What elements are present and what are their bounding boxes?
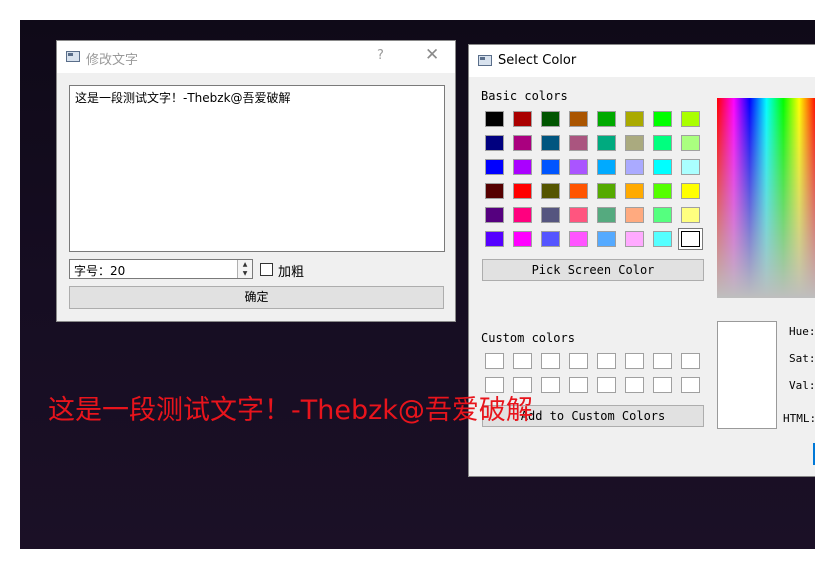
basic-color-swatch[interactable] bbox=[485, 111, 504, 127]
basic-color-swatch[interactable] bbox=[569, 183, 588, 199]
basic-color-swatch[interactable] bbox=[541, 159, 560, 175]
basic-color-swatch[interactable] bbox=[597, 159, 616, 175]
basic-color-swatch[interactable] bbox=[541, 207, 560, 223]
edit-dialog-title: 修改文字 bbox=[86, 53, 139, 68]
basic-color-swatch[interactable] bbox=[541, 135, 560, 151]
basic-color-swatch[interactable] bbox=[681, 207, 700, 223]
hue-label: Hue: bbox=[789, 325, 815, 338]
basic-color-swatch[interactable] bbox=[541, 111, 560, 127]
custom-color-swatch[interactable] bbox=[513, 353, 532, 369]
custom-color-swatch[interactable] bbox=[681, 353, 700, 369]
window-icon bbox=[66, 51, 80, 62]
text-editor[interactable]: 这是一段测试文字！-Thebzk@吾爱破解 bbox=[69, 85, 445, 252]
basic-color-swatch[interactable] bbox=[653, 135, 672, 151]
bold-label: 加粗 bbox=[278, 265, 305, 280]
basic-color-swatch[interactable] bbox=[597, 111, 616, 127]
basic-color-swatch[interactable] bbox=[513, 159, 532, 175]
custom-color-swatch[interactable] bbox=[597, 377, 616, 393]
basic-color-swatch[interactable] bbox=[653, 183, 672, 199]
custom-color-swatch[interactable] bbox=[653, 377, 672, 393]
html-label: HTML: bbox=[783, 412, 815, 425]
color-dialog-titlebar[interactable]: Select Color bbox=[469, 45, 815, 77]
basic-color-swatch[interactable] bbox=[485, 159, 504, 175]
custom-color-swatch[interactable] bbox=[485, 353, 504, 369]
spectrum-fade bbox=[717, 98, 815, 298]
basic-color-swatch[interactable] bbox=[485, 135, 504, 151]
basic-color-swatch[interactable] bbox=[653, 231, 672, 247]
ok-button[interactable]: 确定 bbox=[69, 286, 444, 309]
pick-screen-color-button[interactable]: Pick Screen Color bbox=[482, 259, 704, 281]
custom-color-swatch[interactable] bbox=[541, 353, 560, 369]
spin-down-icon[interactable]: ▼ bbox=[238, 269, 252, 278]
basic-color-swatch[interactable] bbox=[625, 207, 644, 223]
close-button[interactable]: ✕ bbox=[425, 45, 439, 65]
basic-color-swatch[interactable] bbox=[485, 231, 504, 247]
val-label: Val: bbox=[789, 379, 815, 392]
ok-button-edge[interactable] bbox=[813, 443, 815, 465]
basic-color-swatch[interactable] bbox=[541, 231, 560, 247]
edit-text-dialog: 修改文字 ? ✕ 这是一段测试文字！-Thebzk@吾爱破解 字号：20 ▲ ▼… bbox=[56, 40, 456, 322]
basic-color-swatch[interactable] bbox=[625, 159, 644, 175]
custom-color-swatch[interactable] bbox=[541, 377, 560, 393]
basic-color-swatch[interactable] bbox=[513, 183, 532, 199]
sat-label: Sat: bbox=[789, 352, 815, 365]
basic-color-swatch[interactable] bbox=[597, 231, 616, 247]
basic-color-swatch[interactable] bbox=[485, 207, 504, 223]
basic-color-swatch[interactable] bbox=[681, 231, 700, 247]
basic-color-swatch[interactable] bbox=[597, 183, 616, 199]
basic-color-swatch[interactable] bbox=[569, 231, 588, 247]
basic-color-swatch[interactable] bbox=[681, 135, 700, 151]
custom-color-swatch[interactable] bbox=[625, 353, 644, 369]
basic-color-swatch[interactable] bbox=[569, 111, 588, 127]
bold-checkbox[interactable] bbox=[260, 263, 273, 276]
color-preview bbox=[717, 321, 777, 429]
custom-color-swatch[interactable] bbox=[569, 377, 588, 393]
basic-color-swatch[interactable] bbox=[569, 135, 588, 151]
basic-color-swatch[interactable] bbox=[625, 183, 644, 199]
basic-color-swatch[interactable] bbox=[597, 135, 616, 151]
basic-color-swatch[interactable] bbox=[681, 111, 700, 127]
color-dialog-title: Select Color bbox=[498, 53, 577, 68]
help-button[interactable]: ? bbox=[377, 48, 384, 63]
custom-color-swatch[interactable] bbox=[681, 377, 700, 393]
basic-color-swatch[interactable] bbox=[653, 111, 672, 127]
edit-dialog-titlebar[interactable]: 修改文字 ? ✕ bbox=[57, 41, 455, 73]
basic-color-swatch[interactable] bbox=[625, 111, 644, 127]
basic-color-swatch[interactable] bbox=[597, 207, 616, 223]
basic-color-swatch[interactable] bbox=[653, 207, 672, 223]
basic-color-swatch[interactable] bbox=[569, 159, 588, 175]
basic-color-swatch[interactable] bbox=[485, 183, 504, 199]
basic-color-swatch[interactable] bbox=[513, 231, 532, 247]
font-size-spinbox[interactable]: 字号：20 ▲ ▼ bbox=[69, 259, 253, 279]
color-spectrum[interactable] bbox=[717, 98, 815, 298]
basic-color-swatch[interactable] bbox=[625, 231, 644, 247]
basic-color-swatch[interactable] bbox=[653, 159, 672, 175]
custom-color-swatch[interactable] bbox=[653, 353, 672, 369]
basic-color-swatch[interactable] bbox=[513, 135, 532, 151]
window-icon bbox=[478, 55, 492, 66]
custom-colors-label: Custom colors bbox=[481, 331, 575, 345]
basic-color-swatch[interactable] bbox=[681, 159, 700, 175]
basic-color-swatch[interactable] bbox=[569, 207, 588, 223]
custom-color-swatch[interactable] bbox=[625, 377, 644, 393]
spin-arrows[interactable]: ▲ ▼ bbox=[237, 260, 252, 278]
custom-color-swatch[interactable] bbox=[597, 353, 616, 369]
desktop-canvas: 修改文字 ? ✕ 这是一段测试文字！-Thebzk@吾爱破解 字号：20 ▲ ▼… bbox=[20, 20, 815, 549]
font-size-value: 字号：20 bbox=[74, 264, 126, 278]
preview-overlay-text: 这是一段测试文字！-Thebzk@吾爱破解 bbox=[48, 395, 533, 426]
basic-color-swatch[interactable] bbox=[541, 183, 560, 199]
spin-up-icon[interactable]: ▲ bbox=[238, 260, 252, 269]
basic-color-swatch[interactable] bbox=[625, 135, 644, 151]
basic-color-swatch[interactable] bbox=[513, 207, 532, 223]
custom-color-swatch[interactable] bbox=[569, 353, 588, 369]
basic-color-swatch[interactable] bbox=[513, 111, 532, 127]
basic-colors-label: Basic colors bbox=[481, 89, 568, 103]
basic-color-swatch[interactable] bbox=[681, 183, 700, 199]
